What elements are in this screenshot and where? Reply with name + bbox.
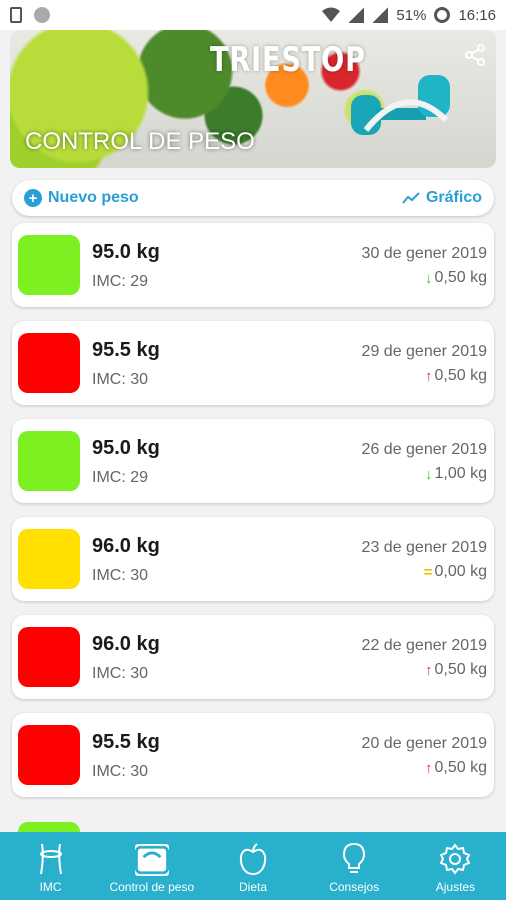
wifi-icon (322, 7, 341, 22)
page-title: CONTROL DE PESO (25, 128, 255, 155)
apple-icon (239, 843, 267, 875)
action-bar: + Nuevo peso Gráfico (12, 180, 494, 216)
entry-weight: 95.5 kg (92, 731, 160, 753)
weight-entry-card[interactable]: 95.5 kg IMC: 30 20 de gener 2019 ↑ 0,50 … (12, 713, 494, 797)
entry-date: 20 de gener 2019 (361, 735, 487, 752)
signal-icon (348, 7, 365, 23)
nav-control-de-peso[interactable]: Control de peso (101, 832, 202, 900)
notification-dot-icon (34, 7, 50, 23)
body-measure-icon (39, 843, 62, 875)
scale-icon (134, 844, 169, 876)
weight-list: 95.0 kg IMC: 29 30 de gener 2019 ↓ 0,50 … (12, 223, 494, 811)
entry-date: 30 de gener 2019 (361, 245, 487, 262)
entry-weight: 95.0 kg (92, 241, 160, 263)
trend-down-icon: ↓ (425, 269, 433, 287)
entry-delta-value: 0,50 kg (434, 759, 487, 776)
lightbulb-icon (343, 842, 366, 873)
nav-ajustes[interactable]: Ajustes (405, 832, 506, 900)
entry-weight: 96.0 kg (92, 535, 160, 557)
entry-weight: 95.5 kg (92, 339, 160, 361)
entry-imc: IMC: 30 (92, 665, 149, 682)
gear-icon (440, 843, 471, 875)
entry-delta: ↓ 0,50 kg (425, 269, 487, 287)
bottom-navigation: IMC Control de peso Dieta Consejos Ajust… (0, 832, 506, 900)
nav-ajustes-label: Ajustes (435, 880, 476, 894)
entry-delta-value: 0,50 kg (434, 661, 487, 678)
new-weight-button[interactable]: + Nuevo peso (24, 189, 139, 207)
weight-entry-card[interactable]: 95.0 kg IMC: 29 30 de gener 2019 ↓ 0,50 … (12, 223, 494, 307)
share-icon[interactable] (464, 44, 486, 66)
brand-logo: TRIESTOP (210, 40, 366, 80)
weight-entry-card[interactable]: 95.5 kg IMC: 30 29 de gener 2019 ↑ 0,50 … (12, 321, 494, 405)
dumbbell-image (351, 75, 450, 135)
entry-imc: IMC: 29 (92, 469, 149, 486)
imc-status-swatch (18, 333, 80, 393)
entry-delta: ↑ 0,50 kg (425, 367, 487, 385)
imc-status-swatch (18, 725, 80, 785)
entry-delta: ↑ 0,50 kg (425, 661, 487, 679)
entry-date: 29 de gener 2019 (361, 343, 487, 360)
entry-delta-value: 0,50 kg (434, 269, 487, 286)
entry-date: 22 de gener 2019 (361, 637, 487, 654)
weight-entry-card[interactable]: 96.0 kg IMC: 30 23 de gener 2019 = 0,00 … (12, 517, 494, 601)
battery-level: 51% (396, 6, 427, 24)
signal-icon-2 (372, 7, 389, 23)
nav-control-de-peso-label: Control de peso (109, 880, 195, 894)
battery-icon (434, 7, 451, 23)
imc-status-swatch (18, 235, 80, 295)
imc-status-swatch (18, 529, 80, 589)
nav-imc-label: IMC (39, 880, 62, 894)
entry-date: 26 de gener 2019 (361, 441, 487, 458)
entry-imc: IMC: 29 (92, 273, 149, 290)
entry-date: 23 de gener 2019 (361, 539, 487, 556)
entry-weight: 95.0 kg (92, 437, 160, 459)
trend-up-icon: ↑ (425, 759, 433, 777)
entry-delta: = 0,00 kg (424, 563, 487, 581)
plus-icon: + (24, 189, 42, 207)
chart-button[interactable]: Gráfico (402, 189, 482, 207)
entry-imc: IMC: 30 (92, 763, 149, 780)
entry-delta: ↑ 0,50 kg (425, 759, 487, 777)
entry-delta-value: 0,00 kg (434, 563, 487, 580)
clock: 16:16 (458, 6, 496, 24)
entry-delta: ↓ 1,00 kg (425, 465, 487, 483)
entry-weight: 96.0 kg (92, 633, 160, 655)
weight-entry-card[interactable]: 96.0 kg IMC: 30 22 de gener 2019 ↑ 0,50 … (12, 615, 494, 699)
trend-up-icon: ↑ (425, 367, 433, 385)
nav-consejos[interactable]: Consejos (304, 832, 405, 900)
header-banner: TRIESTOP CONTROL DE PESO (10, 30, 496, 168)
nav-dieta-label: Dieta (239, 880, 268, 894)
trend-up-icon: ↑ (425, 661, 433, 679)
trend-equal-icon: = (423, 563, 433, 581)
nav-consejos-label: Consejos (329, 880, 380, 894)
entry-delta-value: 1,00 kg (434, 465, 487, 482)
new-weight-label: Nuevo peso (48, 189, 139, 206)
trend-down-icon: ↓ (425, 465, 433, 483)
nav-dieta[interactable]: Dieta (202, 832, 303, 900)
trend-chart-icon (402, 192, 420, 204)
entry-delta-value: 0,50 kg (434, 367, 487, 384)
chart-label: Gráfico (425, 189, 482, 206)
entry-imc: IMC: 30 (92, 371, 149, 388)
sim-icon (10, 7, 22, 23)
nav-imc[interactable]: IMC (0, 832, 101, 900)
imc-status-swatch (18, 431, 80, 491)
entry-imc: IMC: 30 (92, 567, 149, 584)
weight-entry-card[interactable]: 95.0 kg IMC: 29 26 de gener 2019 ↓ 1,00 … (12, 419, 494, 503)
status-bar: 51% 16:16 (0, 0, 506, 30)
imc-status-swatch (18, 627, 80, 687)
